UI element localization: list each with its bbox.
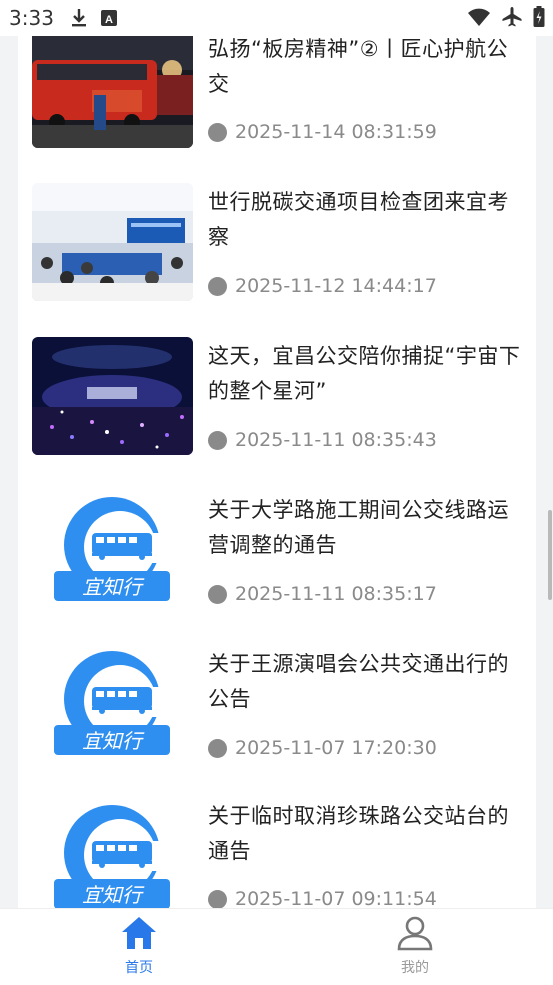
news-title: 关于临时取消珍珠路公交站台的通告 xyxy=(208,804,509,863)
news-date: 2025-11-11 08:35:43 xyxy=(235,429,437,451)
time-dot-icon xyxy=(208,738,227,758)
nav-home[interactable]: 首页 xyxy=(79,915,199,977)
svg-text:A: A xyxy=(105,14,113,26)
bottom-nav: 首页 我的 xyxy=(0,908,553,985)
yizhixing-logo-icon: 宜知行 xyxy=(32,491,193,609)
yizhixing-logo-icon: 宜知行 xyxy=(32,645,193,763)
news-date: 2025-11-07 09:11:54 xyxy=(235,888,437,908)
airplane-icon xyxy=(502,7,522,27)
yizhixing-logo-icon: 宜知行 xyxy=(32,799,193,908)
battery-icon xyxy=(533,6,545,27)
time-dot-icon xyxy=(208,584,227,604)
download-icon xyxy=(72,9,86,27)
wifi-icon xyxy=(468,8,490,26)
svg-text:宜知行: 宜知行 xyxy=(82,729,145,753)
status-bar: 3:33 A xyxy=(0,0,553,36)
news-item[interactable]: 宜知行 关于大学路施工期间公交线路运营调整的通告 2025-11-11 08:3… xyxy=(18,462,536,616)
news-title: 关于大学路施工期间公交线路运营调整的通告 xyxy=(208,498,509,557)
news-title: 弘扬“板房精神”②丨匠心护航公交 xyxy=(208,37,509,96)
nav-mine-label: 我的 xyxy=(401,960,429,976)
news-thumbnail: 宜知行 xyxy=(32,799,193,908)
time-dot-icon xyxy=(208,889,227,908)
home-icon xyxy=(122,917,156,949)
news-item[interactable]: 宜知行 关于王源演唱会公共交通出行的公告 2025-11-07 17:20:30 xyxy=(18,616,536,770)
svg-text:宜知行: 宜知行 xyxy=(82,575,145,599)
news-list: 弘扬“板房精神”②丨匠心护航公交 2025-11-14 08:31:59 世行脱… xyxy=(18,0,536,908)
news-meta: 2025-11-12 14:44:17 xyxy=(208,275,437,297)
news-item[interactable]: 宜知行 关于临时取消珍珠路公交站台的通告 2025-11-07 09:11:54 xyxy=(18,770,536,908)
nav-home-label: 首页 xyxy=(125,960,153,976)
svg-text:宜知行: 宜知行 xyxy=(82,883,145,907)
news-thumbnail xyxy=(32,183,193,301)
nav-mine[interactable]: 我的 xyxy=(355,915,475,977)
news-title: 世行脱碳交通项目检查团来宜考察 xyxy=(208,190,509,249)
time-dot-icon xyxy=(208,122,227,142)
news-date: 2025-11-14 08:31:59 xyxy=(235,121,437,143)
news-title: 关于王源演唱会公共交通出行的公告 xyxy=(208,652,509,711)
user-icon xyxy=(397,916,433,951)
scrollbar[interactable] xyxy=(548,510,552,600)
font-app-icon: A xyxy=(101,10,117,26)
news-item[interactable]: 世行脱碳交通项目检查团来宜考察 2025-11-12 14:44:17 xyxy=(18,154,536,308)
news-meta: 2025-11-07 17:20:30 xyxy=(208,737,437,759)
news-thumbnail xyxy=(32,30,193,148)
news-meta: 2025-11-14 08:31:59 xyxy=(208,121,437,143)
news-meta: 2025-11-11 08:35:43 xyxy=(208,429,437,451)
time-dot-icon xyxy=(208,430,227,450)
news-title: 这天，宜昌公交陪你捕捉“宇宙下的整个星河” xyxy=(208,344,521,403)
news-item[interactable]: 这天，宜昌公交陪你捕捉“宇宙下的整个星河” 2025-11-11 08:35:4… xyxy=(18,308,536,462)
news-date: 2025-11-07 17:20:30 xyxy=(235,737,437,759)
news-thumbnail xyxy=(32,337,193,455)
time-dot-icon xyxy=(208,276,227,296)
news-meta: 2025-11-11 08:35:17 xyxy=(208,583,437,605)
news-thumbnail: 宜知行 xyxy=(32,491,193,609)
news-date: 2025-11-12 14:44:17 xyxy=(235,275,437,297)
status-time: 3:33 xyxy=(9,6,54,30)
news-thumbnail: 宜知行 xyxy=(32,645,193,763)
news-meta: 2025-11-07 09:11:54 xyxy=(208,888,437,908)
news-date: 2025-11-11 08:35:17 xyxy=(235,583,437,605)
